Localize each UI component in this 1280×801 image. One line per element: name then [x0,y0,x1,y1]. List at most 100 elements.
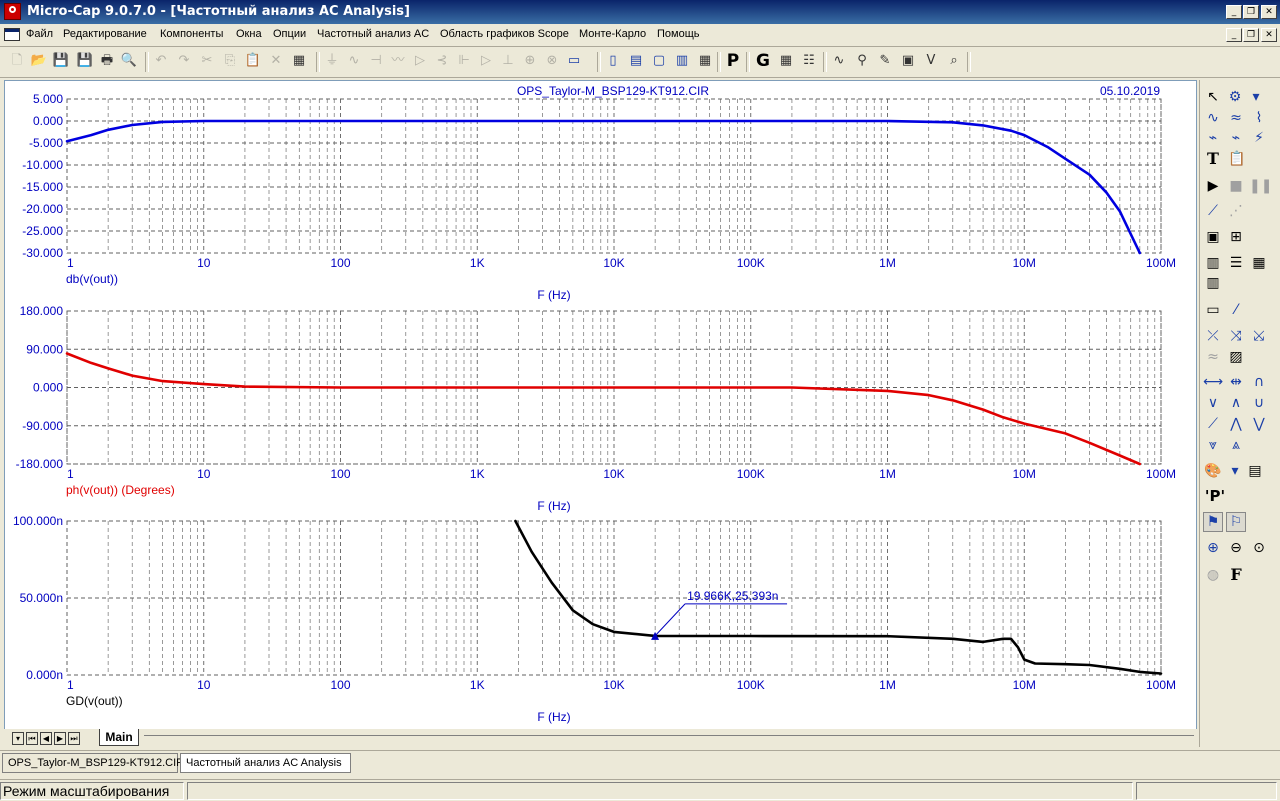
nav-last-button[interactable]: ⏭ [68,732,80,745]
wave-a-icon[interactable]: ∿ [1203,108,1223,128]
cursor-c-icon[interactable]: ⤩ [1249,326,1269,346]
pencil-icon[interactable]: ✎ [876,52,894,70]
inductor-icon[interactable]: 〰 [389,52,407,70]
doc-tab-ac-analysis[interactable]: Частотный анализ AC Analysis [180,753,351,773]
jumper-icon[interactable]: ⊗ [543,52,561,70]
print-preview-icon[interactable]: 🔍 [120,52,138,70]
delete-icon[interactable]: ✕ [267,52,285,70]
undo-icon[interactable]: ↶ [152,52,170,70]
dotted-line-icon[interactable]: ⋰ [1226,201,1246,221]
chip-icon[interactable]: ▣ [899,52,917,70]
fine-grid-icon[interactable]: ▦ [1249,253,1269,273]
restore-button[interactable]: ❐ [1243,5,1259,19]
slope-b-icon[interactable]: ⋀ [1226,414,1246,434]
resistor-icon[interactable]: ∿ [345,52,363,70]
calculator-icon[interactable]: ▦ [696,52,714,70]
tag-a-icon[interactable]: ⚑ [1203,512,1223,532]
doc-close-button[interactable]: ✕ [1261,28,1277,42]
mark-b-icon[interactable]: ⩓ [1226,435,1246,455]
palette-dropdown-icon[interactable]: ▾ [1225,461,1245,481]
horizontal-scrollbar[interactable] [144,735,1194,736]
sheet-tab-main[interactable]: Main [99,729,139,746]
clipboard-icon[interactable]: 📋 [1227,149,1247,169]
save-icon[interactable]: 💾 [52,52,70,70]
table-icon[interactable]: ☷ [800,52,818,70]
cascade-windows-icon[interactable]: ▭ [565,52,583,70]
properties-p-icon[interactable]: P [724,52,742,70]
nav-next-button[interactable]: ▶ [54,732,66,745]
doc-minimize-button[interactable]: _ [1226,28,1242,42]
menu-scope[interactable]: Область графиков Scope [440,28,569,40]
redo-icon[interactable]: ↷ [175,52,193,70]
diode-icon[interactable]: ▷ [411,52,429,70]
zoom-in-icon[interactable]: ⊕ [1203,538,1223,558]
palette-icon[interactable]: 🎨 [1203,461,1223,481]
document-icon[interactable] [4,28,20,41]
menu-file[interactable]: Файл [26,28,53,40]
new-icon[interactable]: 🗋 [8,52,26,70]
graph-options-icon[interactable]: ⚙ [1225,87,1245,107]
pause-icon[interactable]: ❚❚ [1249,176,1272,196]
wave-e-icon[interactable]: ⌁ [1226,128,1246,148]
save-all-icon[interactable]: 💾 [76,52,94,70]
arrange-icon[interactable]: ▥ [673,52,691,70]
menu-options[interactable]: Опции [273,28,306,40]
npn-icon[interactable]: ⊰ [433,52,451,70]
nav-dropdown-button[interactable]: ▾ [12,732,24,745]
plot-canvas[interactable]: OPS_Taylor-M_BSP129-KT912.CIR 05.10.2019… [4,80,1197,731]
minor-grid-icon[interactable]: ▥ [1203,253,1223,273]
grid-icon[interactable]: ▦ [777,52,795,70]
wave-d-icon[interactable]: ⌁ [1203,128,1223,148]
open-icon[interactable]: 📂 [30,52,48,70]
scale-icon[interactable]: ▭ [1203,300,1223,320]
select-all-icon[interactable]: ▦ [290,52,308,70]
app-icon[interactable] [4,3,21,20]
wave-b-icon[interactable]: ≈ [1226,108,1246,128]
nmos-icon[interactable]: ⊩ [455,52,473,70]
zoom-window-icon[interactable]: ⌕ [945,52,963,70]
cursor-a-icon[interactable]: ⤫ [1203,326,1223,346]
vid-icon[interactable]: V [922,52,940,70]
menu-windows[interactable]: Окна [236,28,262,40]
wave-f-icon[interactable]: ⚡ [1249,128,1269,148]
paste-icon[interactable]: 📋 [244,52,262,70]
run-icon[interactable]: ▶ [1203,176,1223,196]
text-icon[interactable]: T [1203,149,1223,169]
battery-icon[interactable]: ⊥ [499,52,517,70]
menu-monte-carlo[interactable]: Монте-Карло [579,28,646,40]
globals-g-icon[interactable]: G [754,52,772,70]
capacitor-icon[interactable]: ⊣ [367,52,385,70]
minimize-button[interactable]: _ [1226,5,1242,19]
chart-icon[interactable]: ▨ [1226,347,1246,367]
dropdown-icon[interactable]: ▾ [1246,87,1266,107]
slope-a-icon[interactable]: ⟋ [1203,414,1223,434]
print-icon[interactable]: 🖶 [98,52,116,70]
analysis-wave-icon[interactable]: ∿ [830,52,848,70]
nav-prev-button[interactable]: ◀ [40,732,52,745]
doc-restore-button[interactable]: ❐ [1243,28,1259,42]
probe-icon[interactable]: ⚲ [853,52,871,70]
copy-icon[interactable]: ⎘ [221,52,239,70]
valley-a-icon[interactable]: ∨ [1203,393,1223,413]
stop-icon[interactable]: ■ [1226,176,1246,196]
menu-edit[interactable]: Редактирование [63,28,147,40]
cursor-b-icon[interactable]: ⤨ [1226,326,1246,346]
peak-a-icon[interactable]: ⟷ [1203,372,1223,392]
ground-icon[interactable]: ⏚ [323,52,341,70]
globe-icon[interactable]: ◍ [1203,565,1223,585]
close-button[interactable]: ✕ [1261,5,1277,19]
grid-toggle-icon[interactable]: ⊞ [1226,227,1246,247]
axis-grid-icon[interactable]: ▥ [1203,273,1223,293]
peak-c-icon[interactable]: ∩ [1249,372,1269,392]
zoom-out-icon[interactable]: ⊖ [1226,538,1246,558]
mark-a-icon[interactable]: ⩔ [1203,435,1223,455]
line-icon[interactable]: ⟋ [1203,201,1223,221]
valley-b-icon[interactable]: ∧ [1226,393,1246,413]
nav-first-button[interactable]: ⏮ [26,732,38,745]
zoom-fit-icon[interactable]: ⊙ [1249,538,1269,558]
menu-help[interactable]: Помощь [657,28,700,40]
opamp-icon[interactable]: ▷ [477,52,495,70]
frame-icon[interactable]: ▣ [1203,227,1223,247]
peak-b-icon[interactable]: ⇹ [1226,372,1246,392]
menu-ac-analysis[interactable]: Частотный анализ AC [317,28,429,40]
